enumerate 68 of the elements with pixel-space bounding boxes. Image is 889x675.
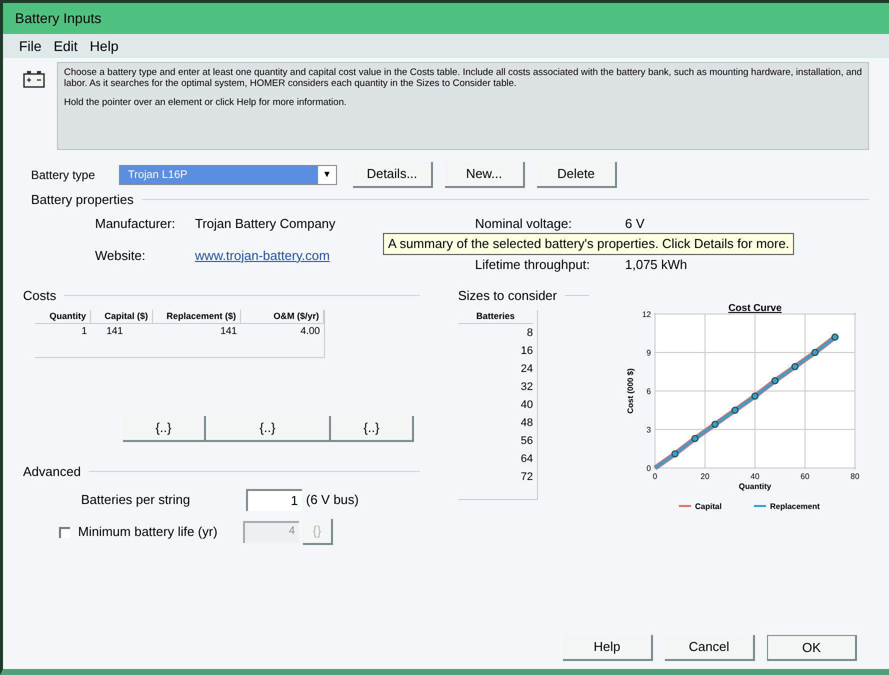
info-text: Hold the pointer over an element or click Help for more information. [64,97,348,108]
property-label: Manufacturer: [95,214,176,232]
table-cell-text: 141 [105,325,124,339]
bus-note: (6 V bus) [306,491,359,510]
dialog-button[interactable]: {..} [331,416,414,442]
column-header: Batteries [458,310,533,324]
property-value: 1,075 kWh [625,256,688,274]
tick-label: 40 [750,472,760,481]
tick-label: 3 [646,426,651,434]
table-cell-text: 16 [520,344,533,359]
chart-title: Cost Curve [728,303,782,314]
tooltip: A summary of the selected battery's properties. Click Details for more. [383,233,794,254]
field-label: Battery type [31,167,96,184]
table-cell-text: 32 [520,380,533,395]
table-cell-text: 72 [520,470,533,485]
property-label: Lifetime throughput: [475,256,591,274]
tick-label: 9 [646,348,651,358]
property-label: Nominal voltage: [475,214,573,233]
table-cell-text: 4.00 [300,325,321,339]
dialog-button[interactable]: OK [767,635,857,661]
group-title: Battery properties [31,191,134,209]
table-cell-text: 24 [520,362,533,377]
table-cell-text: 1 [80,325,88,339]
dialog-button[interactable]: Delete [537,162,617,188]
dialog-button[interactable]: Cancel [665,635,755,661]
field-label: Batteries per string [81,491,192,510]
axis-label: Cost (000 $) [626,368,635,414]
column-header: Replacement ($) [153,310,241,323]
group-title: Costs [23,287,56,305]
battery-icon [23,70,45,88]
tick-label: 20 [700,472,710,481]
table-cell-text: 48 [520,416,533,431]
property-value: Trojan Battery Company [195,214,336,233]
tick-label: 6 [646,387,651,396]
tick-label: 12 [642,310,651,319]
group-title: Sizes to consider [458,287,557,305]
dropdown-arrow: ▼ [322,168,332,182]
table-cell-text: 8 [526,326,533,341]
dialog-button[interactable]: Help [563,635,653,661]
dialog-button[interactable]: New... [445,162,525,188]
table-cell-text: 56 [520,434,533,449]
table-cell-text: 141 [219,325,238,339]
menu-item[interactable]: File [19,36,42,56]
axis-label: Quantity [738,482,772,491]
batteries-per-string-field[interactable]: 1 [246,489,302,511]
menu-item[interactable]: Edit [54,36,78,56]
tick-label: 60 [800,472,810,481]
column-header: Capital ($) [91,310,153,323]
tick-label: 80 [850,472,860,481]
battery-type-dropdown[interactable]: Trojan L16P ▼ [119,165,337,185]
menu-item[interactable]: Help [90,36,118,56]
legend-label: Replacement [770,502,820,511]
tick-label: 0 [646,464,651,473]
table-cell-text: 64 [520,452,533,467]
column-header: O&M ($/yr) [241,310,324,323]
tick-label: 0 [652,472,658,481]
legend-label: Capital [695,502,722,511]
info-text: Choose a battery type and enter at least one quantity and capital cost value in the Costs table. Include all costs associated with the battery bank, such as mounting hardware, installation, and labor. As it searches for the optimal system, HOMER considers each quantity in the Sizes to Consider table. [64,67,862,89]
dialog-button[interactable]: {..} [206,416,331,442]
table-cell-text: 40 [520,398,533,413]
column-header: Quantity [35,310,91,323]
window-title: Battery Inputs [15,9,102,28]
group-title: Advanced [23,462,81,480]
checkbox-label: Minimum battery life (yr) [78,523,218,542]
property-label: Website: [95,246,146,265]
dialog-button[interactable]: {..} [123,416,206,442]
property-value: 6 V [625,214,645,232]
dialog-button[interactable]: Details... [353,162,433,188]
